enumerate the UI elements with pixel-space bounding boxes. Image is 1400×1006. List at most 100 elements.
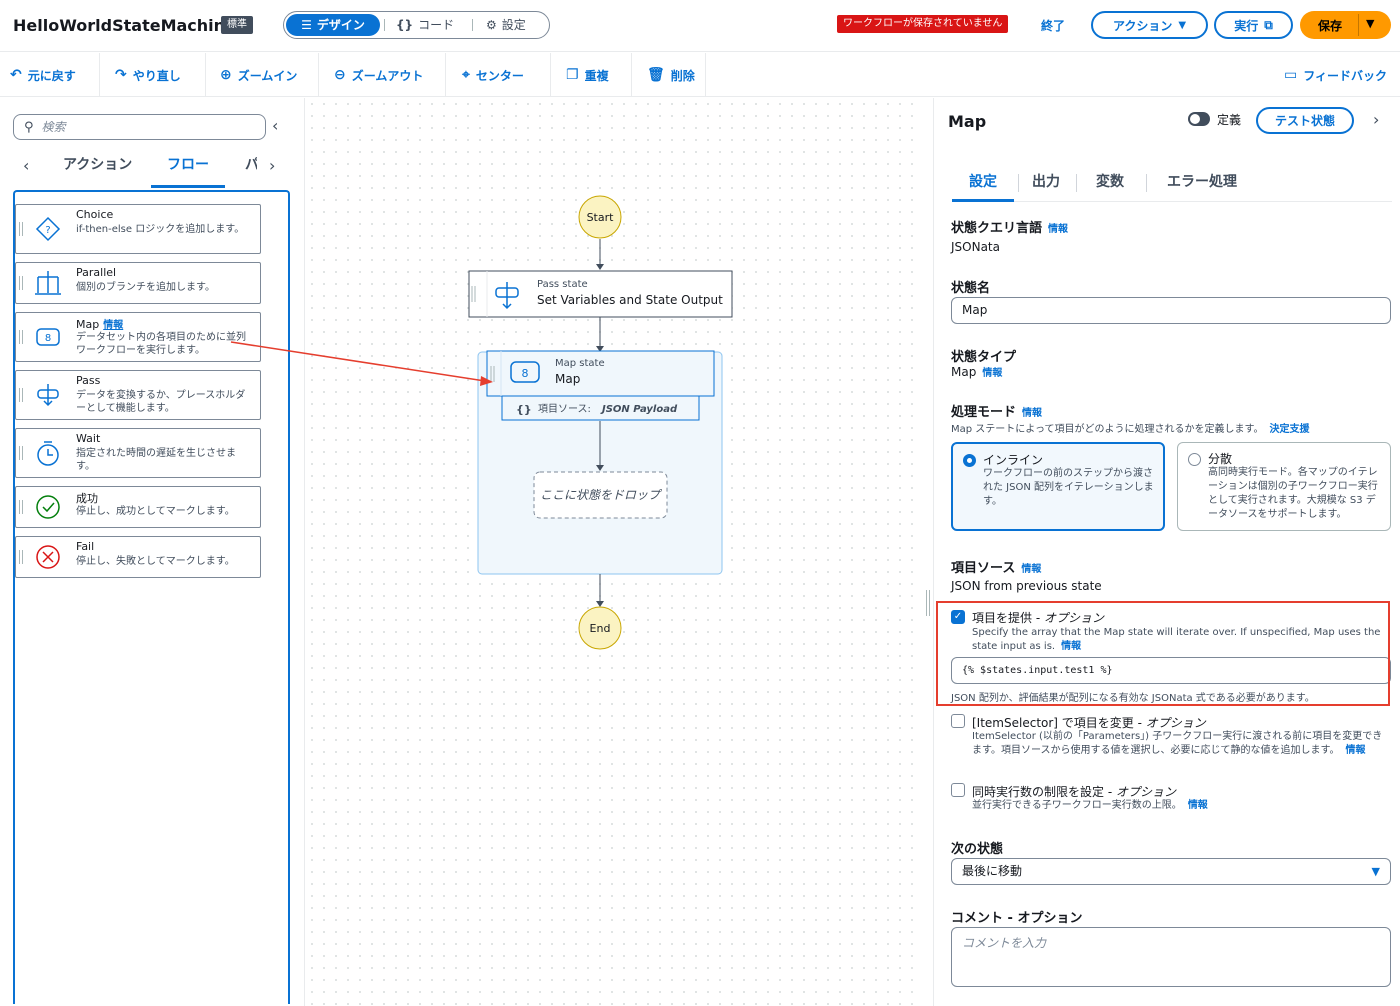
fail-icon xyxy=(36,545,60,569)
drag-handle[interactable] xyxy=(19,446,23,460)
map-state-node[interactable]: 8 Map state Map {} 項目ソース: JSON Payload xyxy=(486,350,715,421)
settings-mode-button[interactable]: ⚙ 設定 xyxy=(486,14,526,36)
info-link[interactable]: 情報 xyxy=(1048,224,1068,235)
state-item-fail[interactable]: Fail 停止し、失敗としてマークします。 xyxy=(15,536,261,578)
trash-icon: 🗑 xyxy=(647,67,665,83)
map-state-type: Map state xyxy=(555,358,605,369)
next-state-label: 次の状態 xyxy=(951,842,1004,857)
pass-state-node[interactable]: Pass state Set Variables and State Outpu… xyxy=(468,270,733,318)
svg-text:?: ? xyxy=(45,225,50,236)
state-type-value: Map 情報 xyxy=(951,364,1002,379)
distributed-mode-card[interactable]: 分散 高同時実行モード。各マップのイテレーションは個別の子ワークフロー実行として… xyxy=(1177,442,1391,531)
duplicate-button[interactable]: ❐ 重複 xyxy=(556,53,609,97)
drag-handle[interactable] xyxy=(19,500,23,514)
state-name: Choice xyxy=(76,208,114,221)
zoom-out-icon: ⊖ xyxy=(334,67,346,83)
tab-configuration[interactable]: 設定 xyxy=(952,168,1014,202)
search-input[interactable] xyxy=(41,120,242,134)
test-state-button[interactable]: テスト状態 xyxy=(1256,107,1354,134)
info-link[interactable]: 情報 xyxy=(1188,800,1208,811)
info-link[interactable]: 情報 xyxy=(1021,564,1041,575)
copy-icon: ❐ xyxy=(566,67,579,83)
zoom-in-button[interactable]: ⊕ ズームイン xyxy=(210,53,297,97)
comment-textarea[interactable]: コメントを入力 xyxy=(951,927,1391,987)
collapse-panel-icon[interactable]: ‹ xyxy=(272,116,278,135)
state-item-choice[interactable]: ? Choice if-then-else ロジックを追加します。 xyxy=(15,204,261,254)
gear-icon: ⚙ xyxy=(486,18,497,32)
redo-button[interactable]: ↷ やり直し xyxy=(105,53,181,97)
center-button[interactable]: ⌖ センター xyxy=(452,53,524,97)
tab-error-handling[interactable]: エラー処理 xyxy=(1167,168,1237,202)
run-button[interactable]: 実行 ⧉ xyxy=(1214,11,1293,39)
state-type-label: 状態タイプ xyxy=(951,350,1017,365)
parallel-icon xyxy=(35,271,61,295)
type-badge: 標準 xyxy=(221,16,253,34)
info-link[interactable]: 情報 xyxy=(1346,745,1366,756)
state-name-input[interactable]: Map xyxy=(951,297,1391,324)
tab-actions[interactable]: アクション xyxy=(63,150,132,188)
chevron-right-icon[interactable]: › xyxy=(269,156,275,175)
item-selector-desc-text: ItemSelector (以前の「Parameters」) 子ワークフロー実行… xyxy=(972,731,1383,756)
chevron-left-icon[interactable]: ‹ xyxy=(23,156,29,175)
distributed-radio[interactable] xyxy=(1188,453,1201,466)
save-button[interactable]: 保存 ▼ xyxy=(1300,11,1391,39)
code-icon: {} xyxy=(396,18,414,32)
state-name: Parallel xyxy=(76,266,117,279)
drag-handle[interactable] xyxy=(19,222,23,236)
processing-mode-text: 処理モード xyxy=(951,405,1017,420)
map-state-name: Map xyxy=(555,372,580,386)
state-item-map[interactable]: 8 Map 情報 データセット内の各項目のために並列ワークフローを実行します。 xyxy=(15,312,261,362)
caret-down-icon: ▼ xyxy=(1371,865,1380,878)
next-state-select[interactable]: 最後に移動 ▼ xyxy=(951,858,1391,885)
processing-mode-description: Map ステートによって項目がどのように処理されるかを定義します。 決定支援 xyxy=(951,420,1309,435)
drag-handle[interactable] xyxy=(19,388,23,402)
state-name-label: 状態名 xyxy=(951,281,991,296)
tab-variables[interactable]: 変数 xyxy=(1096,168,1124,202)
actions-dropdown[interactable]: アクション ▼ xyxy=(1091,11,1208,39)
distributed-title: 分散 xyxy=(1208,452,1233,466)
drag-handle[interactable] xyxy=(19,330,23,344)
decision-support-link[interactable]: 決定支援 xyxy=(1269,424,1309,435)
info-link[interactable]: 情報 xyxy=(982,368,1002,379)
zoom-in-icon: ⊕ xyxy=(220,67,232,83)
inspector-tabs: 設定 出力 変数 エラー処理 xyxy=(952,168,1392,202)
definition-toggle[interactable] xyxy=(1188,112,1210,126)
tab-output[interactable]: 出力 xyxy=(1032,168,1060,202)
drag-handle[interactable] xyxy=(19,550,23,564)
design-mode-button[interactable]: ☰ デザイン xyxy=(286,14,380,36)
states-browser: ⚲ ‹ ‹ アクション フロー パ › ? Choice if-then-els… xyxy=(0,98,305,1006)
concurrency-description: 並行実行できる子ワークフロー実行数の上限。 情報 xyxy=(972,799,1392,813)
inline-radio[interactable] xyxy=(963,454,976,467)
info-link[interactable]: 情報 xyxy=(1022,408,1042,419)
item-selector-checkbox[interactable] xyxy=(951,714,965,728)
chevron-right-icon[interactable]: › xyxy=(1373,110,1379,129)
zoom-out-button[interactable]: ⊖ ズームアウト xyxy=(324,53,423,97)
tab-divider xyxy=(1018,174,1019,192)
clock-icon xyxy=(37,441,59,466)
feedback-button[interactable]: ▭ フィードバック xyxy=(1274,53,1387,97)
optional-text: オプション xyxy=(1115,785,1176,799)
drag-handle[interactable] xyxy=(19,276,23,290)
info-link[interactable]: 情報 xyxy=(103,320,123,331)
undo-button[interactable]: ↶ 元に戻す xyxy=(0,53,76,97)
tab-flow[interactable]: フロー xyxy=(151,150,225,188)
toolbar-divider xyxy=(205,53,206,97)
toolbar: ↶ 元に戻す ↷ やり直し ⊕ ズームイン ⊖ ズームアウト ⌖ センター ❐ 重複 🗑 削除… xyxy=(0,53,1400,97)
state-item-pass[interactable]: Pass データを変換するか、プレースホルダーとして機能します。 xyxy=(15,370,261,420)
state-item-parallel[interactable]: Parallel 個別のブランチを追加します。 xyxy=(15,262,261,304)
design-icon: ☰ xyxy=(301,18,312,32)
exit-button[interactable]: 終了 xyxy=(1041,17,1065,34)
delete-label: 削除 xyxy=(670,68,695,83)
code-mode-button[interactable]: {} コード xyxy=(396,14,454,36)
state-item-succeed[interactable]: 成功 停止し、成功としてマークします。 xyxy=(15,486,261,528)
resize-handle[interactable] xyxy=(926,590,930,616)
end-label: End xyxy=(590,622,611,635)
tab-patterns[interactable]: パ xyxy=(245,150,257,188)
concurrency-checkbox[interactable] xyxy=(951,783,965,797)
inline-mode-card[interactable]: インライン ワークフローの前のステップから渡された JSON 配列をイテレーショ… xyxy=(951,442,1165,531)
delete-button[interactable]: 🗑 削除 xyxy=(637,53,695,97)
flow-state-list: ? Choice if-then-else ロジックを追加します。 Parall… xyxy=(13,190,290,1004)
workflow-canvas[interactable]: Start Pass state Set Variables and State… xyxy=(306,98,922,1006)
caret-down-icon[interactable]: ▼ xyxy=(1366,17,1374,30)
state-item-wait[interactable]: Wait 指定された時間の遅延を生じさせます。 xyxy=(15,428,261,478)
